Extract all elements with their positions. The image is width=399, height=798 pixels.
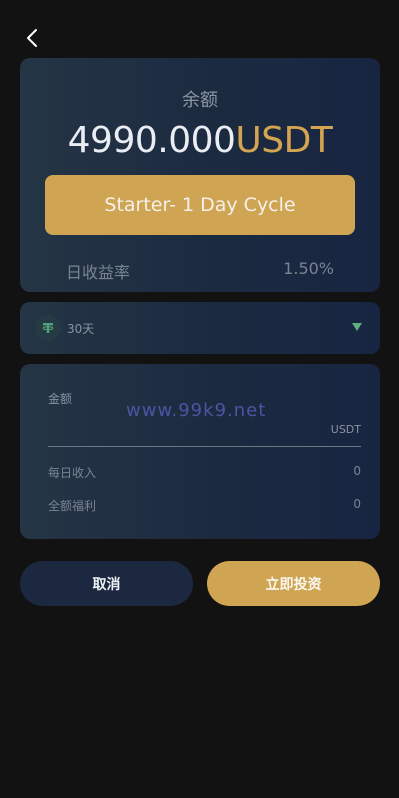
balance-amount: 4990.000USDT (20, 120, 380, 161)
total-benefit-value: 0 (353, 497, 361, 511)
invest-page: 余额 4990.000USDT Starter- 1 Day Cycle 日收益… (0, 0, 399, 798)
cycle-selected-value: 30天 (67, 322, 95, 336)
cycle-dropdown[interactable]: 30天 (20, 302, 380, 354)
balance-card: 余额 4990.000USDT Starter- 1 Day Cycle 日收益… (20, 58, 380, 292)
amount-underline (48, 446, 361, 447)
balance-label: 余额 (182, 90, 218, 111)
tether-icon (35, 315, 61, 341)
daily-rate-label: 日收益率 (66, 263, 131, 282)
invest-now-button[interactable]: 立即投资 (207, 561, 380, 606)
amount-input[interactable] (48, 422, 318, 444)
total-benefit-label: 全额福利 (48, 499, 97, 513)
back-button[interactable] (20, 26, 44, 50)
balance-value: 4990.000 (67, 120, 236, 161)
caret-down-icon (352, 323, 362, 331)
daily-income-label: 每日收入 (48, 466, 97, 480)
chevron-left-icon (27, 29, 37, 47)
amount-unit: USDT (330, 423, 361, 436)
amount-label: 金额 (48, 392, 73, 406)
investment-form: 金额 www.99k9.net USDT 每日收入 0 全额福利 0 (20, 364, 380, 539)
daily-income-value: 0 (353, 464, 361, 478)
daily-rate-value: 1.50% (283, 259, 334, 278)
balance-unit: USDT (235, 120, 333, 161)
watermark-text: www.99k9.net (126, 400, 267, 421)
plan-select-button[interactable]: Starter- 1 Day Cycle (45, 175, 355, 235)
cancel-button[interactable]: 取消 (20, 561, 193, 606)
